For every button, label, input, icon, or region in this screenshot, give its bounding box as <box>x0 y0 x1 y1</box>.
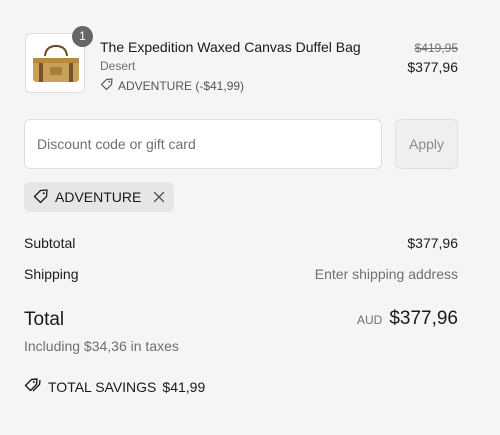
product-title: The Expedition Waxed Canvas Duffel Bag <box>100 39 361 55</box>
shipping-value: Enter shipping address <box>314 266 458 282</box>
shipping-label: Shipping <box>24 266 79 282</box>
discount-code-input[interactable] <box>24 119 382 169</box>
total-amount: $377,96 <box>389 308 458 329</box>
product-discount: ADVENTURE (-$41,99) <box>100 77 244 94</box>
total-label: Total <box>24 309 65 330</box>
apply-button[interactable]: Apply <box>395 119 458 169</box>
remove-discount-icon[interactable] <box>153 191 165 203</box>
savings-value: $41,99 <box>162 378 206 395</box>
total-savings: TOTAL SAVINGS $41,99 <box>24 377 205 396</box>
original-price: $419,95 <box>414 41 458 55</box>
quantity-badge: 1 <box>72 26 93 47</box>
product-variant: Desert <box>100 59 136 73</box>
savings-tag-icon <box>24 377 42 396</box>
subtotal-label: Subtotal <box>24 235 76 251</box>
tag-icon <box>100 77 114 94</box>
currency-code: AUD <box>356 313 383 327</box>
total-value: AUD $377,96 <box>357 308 458 330</box>
applied-discount-tag: ADVENTURE <box>24 182 175 212</box>
product-discount-label: ADVENTURE (-$41,99) <box>118 78 245 93</box>
subtotal-value: $377,96 <box>407 235 458 251</box>
savings-label: TOTAL SAVINGS <box>48 378 157 395</box>
taxes-note: Including $34,36 in taxes <box>24 338 179 354</box>
applied-code-label: ADVENTURE <box>55 189 142 205</box>
item-price: $377,96 <box>407 59 458 75</box>
tag-icon <box>33 188 49 207</box>
